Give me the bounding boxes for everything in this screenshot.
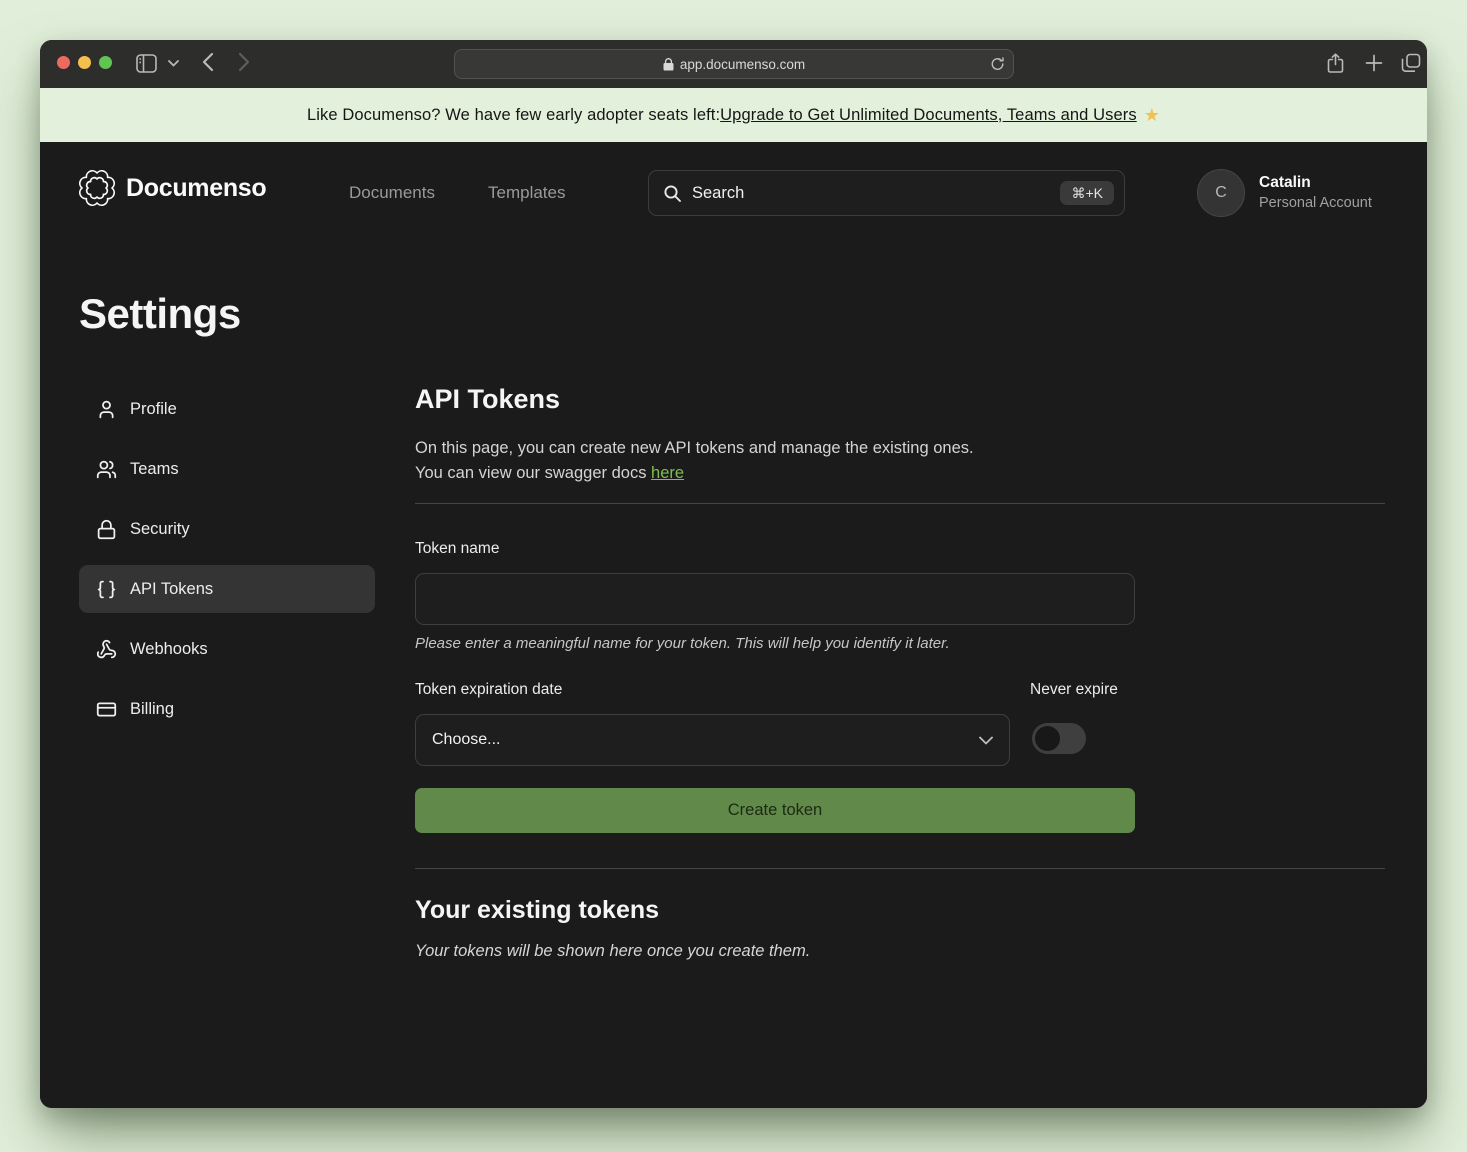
chevron-down-icon[interactable]	[168, 60, 179, 67]
documenso-logo-icon	[79, 170, 115, 206]
sidebar-item-billing[interactable]: Billing	[79, 685, 375, 733]
sidebar-item-label: API Tokens	[130, 580, 213, 599]
divider	[415, 868, 1385, 869]
users-icon	[95, 459, 117, 480]
divider	[415, 503, 1385, 504]
lock-icon	[663, 58, 674, 71]
sidebar-item-label: Security	[130, 520, 190, 539]
sidebar-item-profile[interactable]: Profile	[79, 385, 375, 433]
api-tokens-panel: API Tokens On this page, you can create …	[415, 142, 1385, 1108]
never-expire-toggle[interactable]	[1032, 723, 1086, 754]
sidebar-item-security[interactable]: Security	[79, 505, 375, 553]
token-expiration-label: Token expiration date	[415, 681, 562, 699]
token-expiration-select[interactable]: Choose...	[415, 714, 1010, 766]
token-name-helper: Please enter a meaningful name for your …	[415, 635, 950, 652]
webhook-icon	[95, 639, 117, 660]
page-title: Settings	[79, 290, 241, 338]
sidebar-item-label: Billing	[130, 700, 174, 719]
swagger-docs-link[interactable]: here	[651, 464, 684, 482]
star-icon: ★	[1144, 105, 1160, 126]
sidebar-item-teams[interactable]: Teams	[79, 445, 375, 493]
url-bar[interactable]: app.documenso.com	[454, 49, 1014, 79]
sidebar-item-label: Teams	[130, 460, 179, 479]
create-token-button[interactable]: Create token	[415, 788, 1135, 833]
sidebar-item-webhooks[interactable]: Webhooks	[79, 625, 375, 673]
reload-icon[interactable]	[990, 56, 1005, 75]
description-line-1: On this page, you can create new API tok…	[415, 436, 974, 461]
select-value: Choose...	[432, 731, 500, 749]
sidebar-item-label: Profile	[130, 400, 177, 419]
share-icon[interactable]	[1327, 53, 1344, 74]
back-icon[interactable]	[202, 52, 214, 72]
url-text: app.documenso.com	[680, 57, 805, 72]
braces-icon	[95, 579, 117, 600]
close-window-button[interactable]	[57, 56, 70, 69]
zoom-window-button[interactable]	[99, 56, 112, 69]
never-expire-label: Never expire	[1030, 681, 1118, 699]
existing-tokens-empty-text: Your tokens will be shown here once you …	[415, 942, 810, 961]
promo-text: Like Documenso? We have few early adopte…	[307, 106, 720, 125]
description-line-2-text: You can view our swagger docs	[415, 464, 651, 482]
minimize-window-button[interactable]	[78, 56, 91, 69]
existing-tokens-title: Your existing tokens	[415, 896, 659, 925]
desktop: app.documenso.com	[0, 0, 1467, 1152]
upgrade-link[interactable]: Upgrade to Get Unlimited Documents, Team…	[720, 106, 1137, 125]
section-description: On this page, you can create new API tok…	[415, 436, 974, 486]
token-name-input[interactable]	[415, 573, 1135, 625]
credit-card-icon	[95, 699, 117, 720]
browser-titlebar: app.documenso.com	[40, 40, 1427, 88]
new-tab-icon[interactable]	[1364, 53, 1384, 73]
toggle-knob	[1035, 726, 1060, 751]
forward-icon[interactable]	[238, 52, 250, 72]
sidebar-item-label: Webhooks	[130, 640, 208, 659]
brand[interactable]: Documenso	[79, 170, 266, 206]
sidebar-toggle-icon[interactable]	[136, 54, 157, 73]
settings-sidebar: Profile Teams	[79, 385, 375, 733]
sidebar-item-api-tokens[interactable]: API Tokens	[79, 565, 375, 613]
user-icon	[95, 399, 117, 420]
promo-banner: Like Documenso? We have few early adopte…	[40, 88, 1427, 142]
browser-window: app.documenso.com	[40, 40, 1427, 1108]
section-title: API Tokens	[415, 384, 560, 415]
lock-icon	[95, 519, 117, 540]
token-name-label: Token name	[415, 540, 499, 558]
tab-overview-icon[interactable]	[1401, 53, 1421, 73]
brand-name: Documenso	[126, 174, 266, 203]
description-line-2: You can view our swagger docs here	[415, 461, 974, 486]
documenso-app: Documenso Documents Templates ⌘+K C Cata…	[40, 142, 1427, 1108]
chevron-down-icon	[979, 736, 993, 745]
